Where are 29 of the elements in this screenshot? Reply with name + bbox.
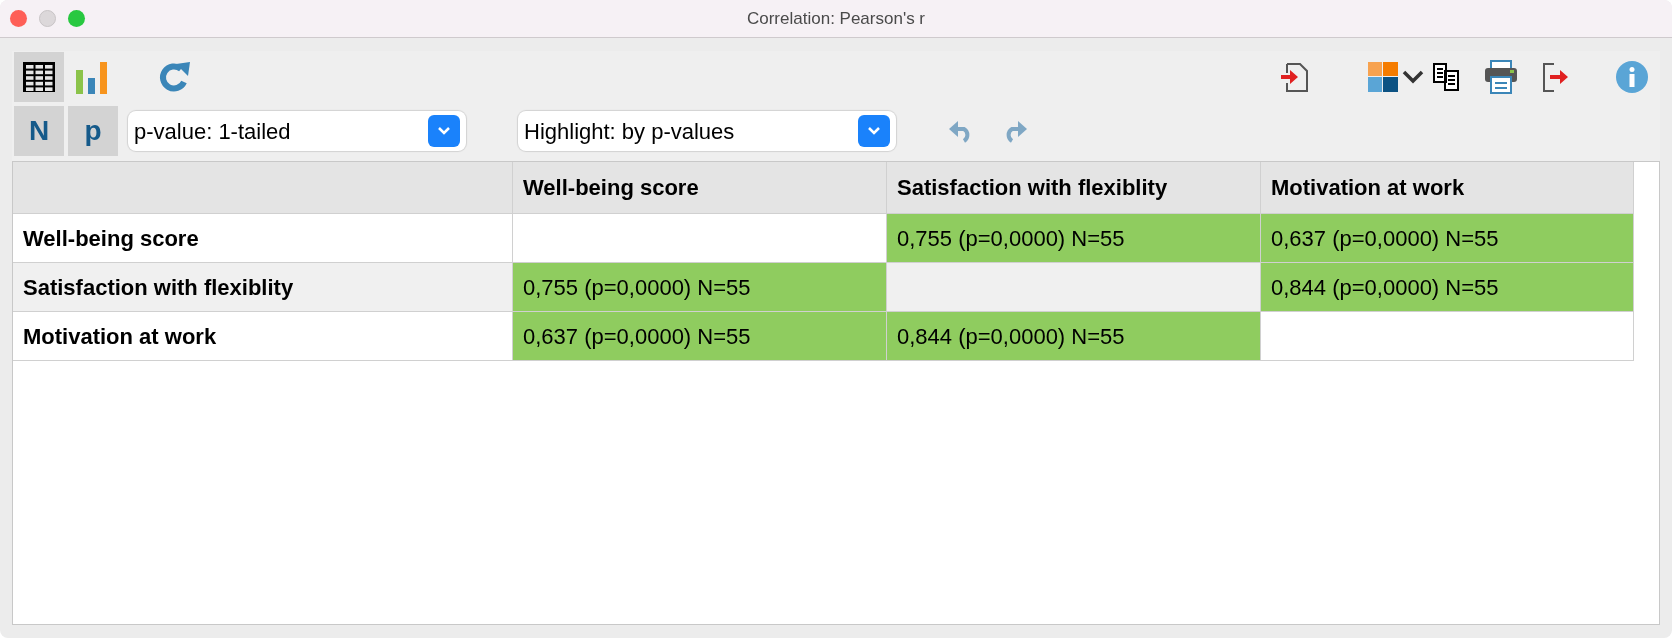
dropdown[interactable]: p-value: 1-tailed	[128, 111, 466, 151]
table-cell: 0,755 (p=0,0000) N=55	[513, 263, 887, 312]
close-button[interactable]	[10, 10, 27, 27]
table-cell: 0,637 (p=0,0000) N=55	[1261, 214, 1634, 263]
toggle-button[interactable]: p	[68, 106, 118, 156]
table-icon	[22, 61, 56, 93]
toggle-button[interactable]: N	[14, 106, 64, 156]
table-view-button[interactable]	[14, 52, 64, 102]
table-cell: 0,844 (p=0,0000) N=55	[1261, 263, 1634, 312]
copy-icon[interactable]	[1432, 62, 1460, 92]
row-header: Motivation at work	[13, 312, 513, 361]
column-header: Motivation at work	[1261, 162, 1634, 214]
printer-icon[interactable]	[1484, 60, 1518, 94]
chevron-down-icon	[858, 115, 890, 147]
zoom-button[interactable]	[68, 10, 85, 27]
info-icon[interactable]	[1616, 61, 1648, 93]
column-header: Satisfaction with flexiblity	[887, 162, 1261, 214]
table-cell: 0,637 (p=0,0000) N=55	[513, 312, 887, 361]
column-header: Well-being score	[513, 162, 887, 214]
table-cell: 0,844 (p=0,0000) N=55	[887, 312, 1261, 361]
chevron-down-icon[interactable]	[1402, 70, 1424, 84]
chevron-down-icon	[428, 115, 460, 147]
import-document-icon[interactable]	[1280, 61, 1310, 93]
dropdown[interactable]: Highlight: by p-values	[518, 111, 896, 151]
table-cell: 0,755 (p=0,0000) N=55	[887, 214, 1261, 263]
row-header: Satisfaction with flexiblity	[13, 263, 513, 312]
window-title: Correlation: Pearson's r	[747, 7, 925, 30]
bar-chart-icon	[74, 60, 108, 94]
row-header: Well-being score	[13, 214, 513, 263]
